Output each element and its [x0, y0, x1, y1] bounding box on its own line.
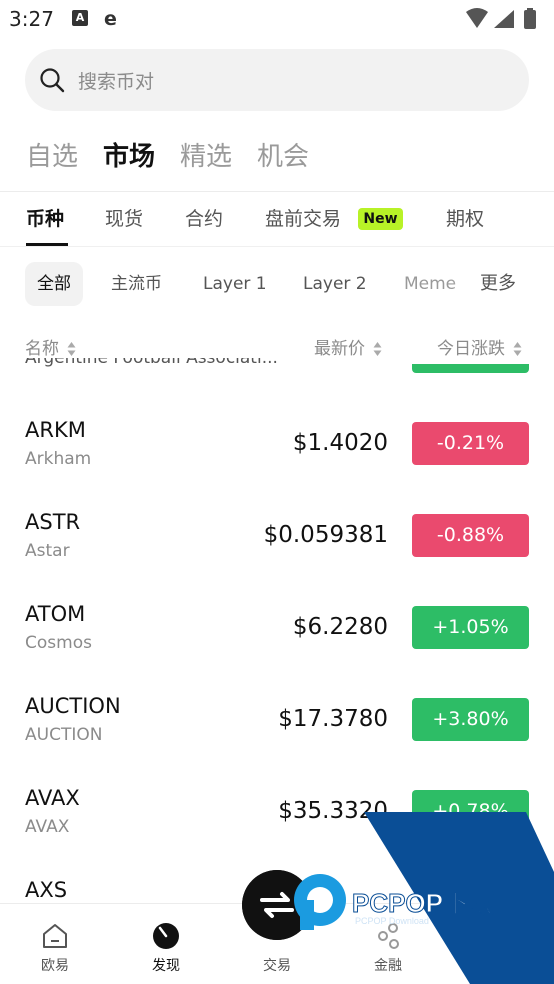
- nav-label: 交易: [263, 958, 291, 974]
- coin-change-badge[interactable]: +0.78%: [412, 790, 529, 833]
- category-filters: 全部 主流币 Layer 1 Layer 2 Meme 更多: [0, 262, 554, 306]
- sub-tabs: 币种 现货 合约 盘前交易 New 期权: [0, 192, 554, 246]
- battery-icon: [524, 10, 536, 29]
- status-right-icons: [466, 8, 536, 29]
- trade-swap-icon[interactable]: [242, 870, 312, 940]
- wifi-icon: [466, 8, 488, 28]
- status-time: 3:27: [9, 7, 54, 31]
- nav-finance[interactable]: 金融: [343, 904, 433, 984]
- nav-label: 金融: [374, 958, 402, 974]
- sort-icon: [67, 342, 76, 356]
- sort-icon: [373, 342, 382, 356]
- filter-mainstream[interactable]: 主流币: [111, 262, 162, 306]
- coin-price: $6.2280: [292, 614, 388, 640]
- subtab-pre-market[interactable]: 盘前交易: [265, 206, 341, 232]
- status-bar: 3:27 A e: [0, 0, 554, 40]
- coin-change-badge[interactable]: +1.05%: [412, 606, 529, 649]
- signal-icon: [494, 10, 514, 28]
- finance-icon: [378, 923, 399, 949]
- column-price[interactable]: 最新价: [314, 334, 382, 359]
- coin-price: $1.4020: [292, 430, 388, 456]
- coin-row[interactable]: AUCTION AUCTION $17.3780 +3.80%: [0, 676, 554, 768]
- coin-symbol: AXS: [25, 878, 68, 902]
- filter-all[interactable]: 全部: [25, 262, 83, 306]
- tab-featured[interactable]: 精选: [180, 138, 232, 178]
- subtab-futures[interactable]: 合约: [185, 206, 223, 232]
- column-change[interactable]: 今日涨跌: [437, 334, 522, 359]
- notification-a-icon: A: [72, 10, 88, 26]
- subtab-options[interactable]: 期权: [446, 206, 484, 232]
- column-name[interactable]: 名称: [25, 334, 76, 359]
- coin-price: $17.3780: [278, 706, 388, 732]
- nav-label: 欧易: [41, 958, 69, 974]
- search-placeholder: 搜索币对: [78, 71, 155, 93]
- search-icon: [40, 68, 65, 93]
- coin-name: AVAX: [25, 817, 70, 837]
- home-icon: [43, 924, 67, 948]
- coin-name: AUCTION: [25, 725, 103, 745]
- search-bar[interactable]: 搜索币对: [25, 49, 529, 111]
- nav-label: 发现: [152, 958, 180, 974]
- coin-change-badge[interactable]: -0.88%: [412, 514, 529, 557]
- nav-okx[interactable]: 欧易: [10, 904, 100, 984]
- discover-icon: [153, 923, 179, 949]
- coin-name: Astar: [25, 541, 70, 561]
- nav-discover[interactable]: 发现: [121, 904, 211, 984]
- filter-layer2[interactable]: Layer 2: [303, 262, 367, 306]
- tab-market[interactable]: 市场: [103, 138, 155, 178]
- column-price-label: 最新价: [314, 339, 365, 359]
- filter-meme[interactable]: Meme: [404, 262, 460, 306]
- coin-symbol: AVAX: [25, 786, 80, 810]
- coin-name: Arkham: [25, 449, 92, 469]
- coin-symbol: ATOM: [25, 602, 86, 626]
- partial-row-name: Argentine Football Associati...: [25, 358, 278, 368]
- sort-icon: [513, 342, 522, 356]
- tab-watchlist[interactable]: 自选: [26, 138, 78, 178]
- subtab-coins[interactable]: 币种: [26, 206, 64, 232]
- coin-row[interactable]: AVAX AVAX $35.3320 +0.78%: [0, 768, 554, 860]
- coin-price: $35.3320: [278, 798, 388, 824]
- coin-symbol: ARKM: [25, 418, 86, 442]
- subtab-spot[interactable]: 现货: [105, 206, 143, 232]
- coin-symbol: ASTR: [25, 510, 81, 534]
- partial-row-change: [412, 364, 529, 373]
- coin-change-badge[interactable]: -0.21%: [412, 422, 529, 465]
- main-tabs: 自选 市场 精选 机会: [26, 138, 334, 178]
- coin-row[interactable]: ASTR Astar $0.059381 -0.88%: [0, 492, 554, 584]
- coin-change-badge[interactable]: +3.80%: [412, 698, 529, 741]
- column-name-label: 名称: [25, 339, 59, 359]
- column-change-label: 今日涨跌: [437, 339, 505, 359]
- divider: [0, 246, 554, 247]
- browser-e-icon: e: [104, 8, 117, 30]
- coin-name: Cosmos: [25, 633, 92, 653]
- coin-price: $0.059381: [263, 522, 388, 548]
- coin-row[interactable]: ARKM Arkham $1.4020 -0.21%: [0, 400, 554, 492]
- tab-opportunities[interactable]: 机会: [257, 138, 309, 178]
- filter-layer1[interactable]: Layer 1: [203, 262, 267, 306]
- coin-symbol: AUCTION: [25, 694, 121, 718]
- filter-more-button[interactable]: 更多: [476, 262, 516, 306]
- coin-row[interactable]: ATOM Cosmos $6.2280 +1.05%: [0, 584, 554, 676]
- new-badge: New: [358, 208, 403, 230]
